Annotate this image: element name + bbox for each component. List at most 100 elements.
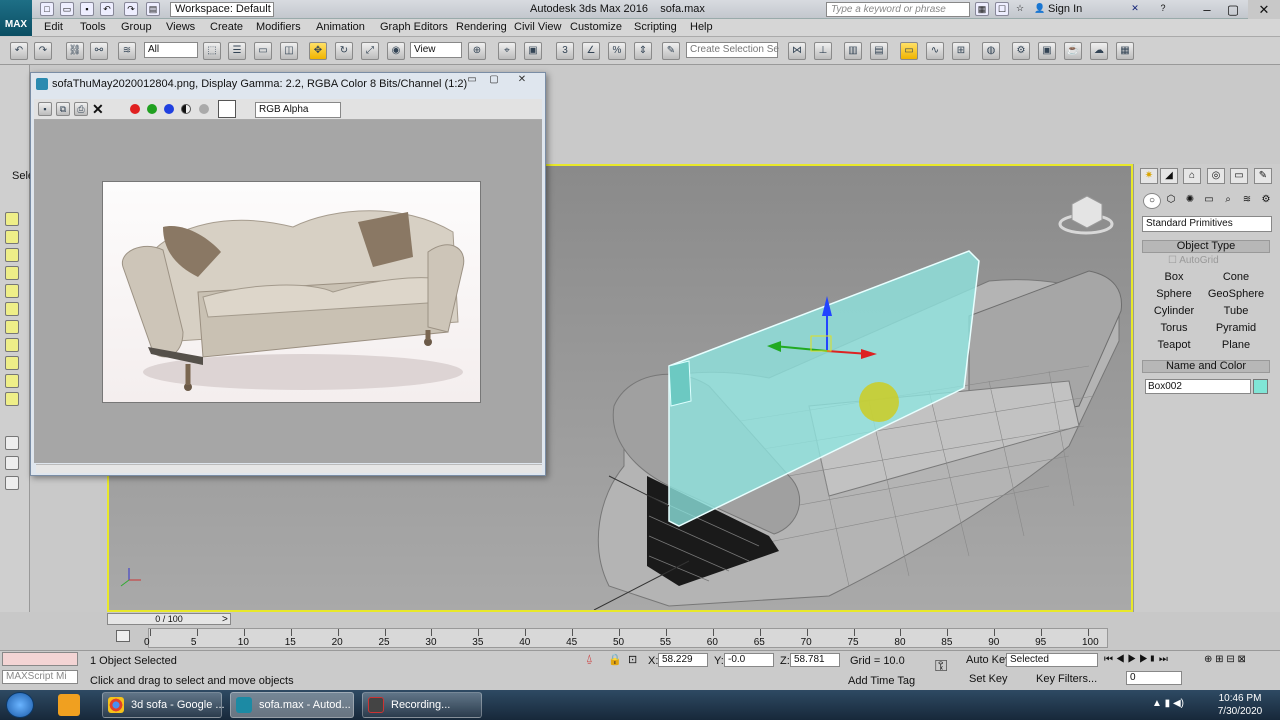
new-icon[interactable]: □ [40, 2, 54, 16]
taskbar-item-recording[interactable]: Recording... [362, 692, 482, 718]
y-coordinate-field[interactable]: -0.0 [724, 653, 774, 667]
torus-button[interactable]: Torus [1144, 321, 1204, 335]
menu-tools[interactable]: Tools [80, 21, 106, 33]
select-by-name-icon[interactable]: ☰ [228, 42, 246, 60]
select-and-scale-icon[interactable]: ⤢ [361, 42, 379, 60]
image-close-button[interactable]: ✕ [512, 74, 532, 88]
next-frame-icon[interactable]: > [222, 614, 228, 625]
z-coordinate-field[interactable]: 58.781 [790, 653, 840, 667]
menu-create[interactable]: Create [210, 21, 243, 33]
reference-coordinate-dropdown[interactable]: View [410, 42, 462, 58]
systems-category-icon[interactable]: ⚙ [1257, 193, 1275, 209]
sphere-button[interactable]: Sphere [1144, 287, 1204, 301]
layer-manager-icon[interactable]: ▤ [870, 42, 888, 60]
viewcube[interactable] [1058, 195, 1114, 235]
spacewarp-filter-icon[interactable] [5, 356, 19, 370]
utilities-tab-icon[interactable]: ✎ [1254, 168, 1272, 184]
unlink-icon[interactable]: ⚯ [90, 42, 108, 60]
mono-icon[interactable] [199, 104, 209, 114]
filter-tool-icon[interactable] [5, 248, 19, 262]
pyramid-button[interactable]: Pyramid [1206, 321, 1266, 335]
shape-filter-icon[interactable] [5, 284, 19, 298]
render-iterative-icon[interactable]: ☁ [1090, 42, 1108, 60]
a360-render-icon[interactable]: ▦ [1116, 42, 1134, 60]
render-production-icon[interactable]: ☕ [1064, 42, 1082, 60]
percent-snap-icon[interactable]: % [608, 42, 626, 60]
hierarchy-tab-icon[interactable]: ⌂ [1183, 168, 1201, 184]
material-editor-icon[interactable]: ◍ [982, 42, 1000, 60]
render-setup-icon[interactable]: ⚙ [1012, 42, 1030, 60]
image-maximize-button[interactable]: ▢ [484, 74, 504, 88]
ribbon-toggle-icon[interactable]: ▭ [900, 42, 918, 60]
undo-icon[interactable]: ↶ [100, 2, 114, 16]
media-player-icon[interactable] [58, 694, 80, 716]
schematic-view-icon[interactable]: ⊞ [952, 42, 970, 60]
spinner-snap-icon[interactable]: ⇕ [634, 42, 652, 60]
menu-civil-view[interactable]: Civil View [514, 21, 561, 33]
alpha-channel-icon[interactable] [181, 104, 191, 114]
menu-customize[interactable]: Customize [570, 21, 622, 33]
swatch-icon[interactable] [218, 100, 236, 118]
image-scrollbar[interactable] [36, 464, 542, 473]
display-tab-icon[interactable]: ▭ [1230, 168, 1248, 184]
help-icon[interactable]: ? [1156, 2, 1170, 16]
set-key-button[interactable]: Set Key [969, 673, 1008, 685]
named-selection-dropdown[interactable]: Create Selection Se [686, 42, 779, 58]
user-icon[interactable]: 👤 [1033, 2, 1047, 16]
project-folder-icon[interactable]: ▤ [146, 2, 160, 16]
selection-lock-icon[interactable]: 🔒 [608, 653, 622, 666]
add-time-tag-button[interactable]: Add Time Tag [848, 675, 915, 687]
menu-modifiers[interactable]: Modifiers [256, 21, 301, 33]
layer-explorer-icon[interactable]: ▥ [844, 42, 862, 60]
display-dependents-icon[interactable] [5, 456, 19, 470]
geosphere-button[interactable]: GeoSphere [1206, 287, 1266, 301]
channel-dropdown[interactable]: RGB Alpha [255, 102, 341, 118]
menu-views[interactable]: Views [166, 21, 195, 33]
playback-controls[interactable]: ⏮ ◀ ▶ ▶▮ ⏭ [1104, 654, 1168, 665]
place-object-icon[interactable]: ◉ [387, 42, 405, 60]
key-icon[interactable]: ⚿ [935, 658, 947, 676]
key-filters-button[interactable]: Key Filters... [1036, 673, 1097, 685]
helpers-category-icon[interactable]: ⌕ [1219, 193, 1237, 209]
save-image-icon[interactable]: ▪ [38, 102, 52, 116]
tube-button[interactable]: Tube [1206, 304, 1266, 318]
box-button[interactable]: Box [1144, 270, 1204, 284]
motion-tab-icon[interactable]: ◎ [1207, 168, 1225, 184]
current-frame-field[interactable]: 0 [1126, 671, 1182, 685]
teapot-button[interactable]: Teapot [1144, 338, 1204, 352]
print-image-icon[interactable]: ⎙ [74, 102, 88, 116]
align-icon[interactable]: ⊥ [814, 42, 832, 60]
primitive-category-dropdown[interactable]: Standard Primitives [1142, 216, 1272, 232]
save-icon[interactable]: ▪ [80, 2, 94, 16]
geometry-category-icon[interactable]: ○ [1143, 193, 1161, 209]
name-and-color-rollout[interactable]: Name and Color [1142, 360, 1270, 373]
clone-window-icon[interactable]: ⧉ [56, 102, 70, 116]
isolate-icon[interactable]: ⍙ [586, 653, 593, 666]
snaps-toggle-icon[interactable]: 3 [556, 42, 574, 60]
object-type-rollout[interactable]: Object Type [1142, 240, 1270, 253]
system-clock[interactable]: 10:46 PM 7/30/2020 [1212, 692, 1268, 718]
absolute-mode-icon[interactable]: ⊡ [628, 653, 637, 666]
pivot-center-icon[interactable]: ⊕ [468, 42, 486, 60]
taskbar-item-3dsmax[interactable]: sofa.max - Autod... [230, 692, 354, 718]
bind-space-warp-icon[interactable]: ≋ [118, 42, 136, 60]
taskbar-item-chrome[interactable]: 3d sofa - Google ... [102, 692, 225, 718]
scene-tool-icon[interactable] [5, 230, 19, 244]
favorites-icon[interactable]: ☆ [1013, 2, 1027, 16]
helper-filter-icon[interactable] [5, 338, 19, 352]
link-icon[interactable]: ⛓ [66, 42, 84, 60]
object-name-field[interactable]: Box002 [1145, 379, 1251, 394]
image-minimize-button[interactable]: ▭ [462, 74, 482, 88]
menu-scripting[interactable]: Scripting [634, 21, 677, 33]
select-and-rotate-icon[interactable]: ↻ [335, 42, 353, 60]
time-slider[interactable]: 0 / 100 [107, 613, 231, 625]
selection-filter-dropdown[interactable]: All [144, 42, 198, 58]
select-manipulate-icon[interactable]: ⌖ [498, 42, 516, 60]
maxscript-listener[interactable] [2, 652, 78, 666]
blue-channel-icon[interactable] [164, 104, 174, 114]
rendered-frame-window-icon[interactable]: ▣ [1038, 42, 1056, 60]
edit-named-selection-icon[interactable]: ✎ [662, 42, 680, 60]
start-button[interactable] [6, 692, 34, 718]
lights-category-icon[interactable]: ✺ [1181, 193, 1199, 209]
menu-help[interactable]: Help [690, 21, 713, 33]
